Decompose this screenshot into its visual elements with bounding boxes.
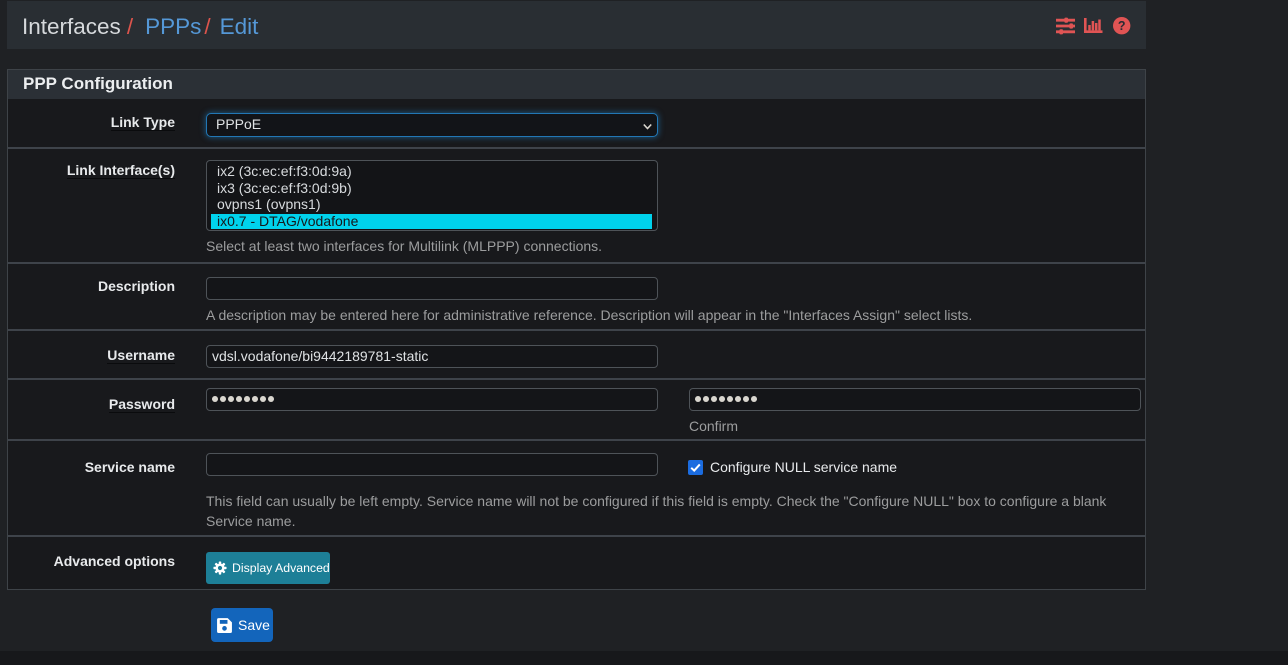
svg-text:?: ?	[1118, 19, 1126, 33]
